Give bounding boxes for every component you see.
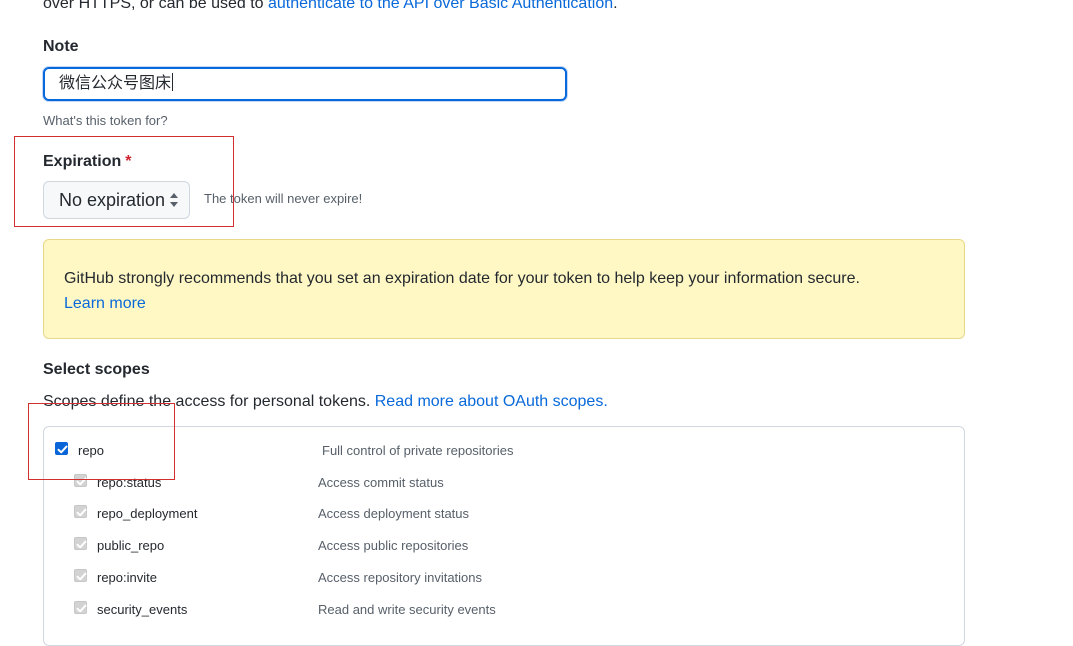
scope-description: Access deployment status: [318, 506, 470, 521]
scope-name: security_events: [97, 602, 188, 617]
check-icon: [76, 508, 87, 517]
intro-text-start: over HTTPS, or can be used to: [43, 0, 268, 12]
scope-name: repo:status: [97, 475, 162, 490]
expiration-select-value: No expiration: [59, 190, 166, 210]
expiration-warning-flash: GitHub strongly recommends that you set …: [43, 239, 965, 339]
check-icon: [76, 572, 87, 581]
scope-name: repo:invite: [97, 570, 157, 585]
repo-checkbox[interactable]: [55, 442, 68, 455]
learn-more-link[interactable]: Learn more: [64, 295, 146, 312]
required-mark: *: [125, 153, 132, 170]
check-icon: [76, 477, 87, 486]
scope-row-security-events: security_events Read and write security …: [73, 601, 553, 621]
oauth-scopes-link[interactable]: Read more about OAuth scopes.: [375, 393, 608, 410]
flash-text: GitHub strongly recommends that you set …: [64, 270, 860, 287]
basic-auth-link[interactable]: authenticate to the API over Basic Authe…: [268, 0, 613, 12]
note-input-value: 微信公众号图床: [59, 75, 172, 92]
scopes-description: Scopes define the access for personal to…: [43, 392, 608, 412]
check-icon: [76, 604, 87, 613]
scopes-label: Select scopes: [43, 361, 150, 378]
expiration-label-text: Expiration: [43, 153, 122, 170]
scope-description: Access public repositories: [318, 538, 469, 553]
expiration-select[interactable]: No expiration: [43, 181, 190, 219]
scope-description: Access repository invitations: [318, 570, 483, 585]
scope-name: public_repo: [97, 538, 165, 553]
expiration-label: Expiration *: [43, 153, 131, 171]
repo-deployment-checkbox[interactable]: [74, 505, 87, 518]
repo-invite-checkbox[interactable]: [74, 569, 87, 582]
intro-text: over HTTPS, or can be used to authentica…: [43, 0, 618, 14]
intro-text-end: .: [613, 0, 618, 12]
check-icon: [76, 540, 87, 549]
scope-row-repo: repo Full control of private repositorie…: [54, 441, 554, 461]
text-caret: [172, 73, 174, 91]
public-repo-checkbox[interactable]: [74, 537, 87, 550]
repo-status-checkbox[interactable]: [74, 474, 87, 487]
note-label: Note: [43, 38, 79, 55]
scope-name: repo: [78, 443, 105, 458]
check-icon: [57, 445, 68, 454]
select-arrows-icon: [170, 193, 178, 207]
scope-name: repo_deployment: [97, 506, 198, 521]
scope-row-public-repo: public_repo Access public repositories: [73, 537, 553, 557]
note-hint: What's this token for?: [43, 113, 168, 128]
expiration-note: The token will never expire!: [204, 191, 363, 206]
scope-row-repo-status: repo:status Access commit status: [73, 474, 553, 494]
scope-description: Read and write security events: [318, 602, 496, 617]
scopes-description-text: Scopes define the access for personal to…: [43, 393, 375, 410]
scope-row-repo-deployment: repo_deployment Access deployment status: [73, 505, 553, 525]
note-input[interactable]: 微信公众号图床: [43, 67, 567, 101]
scope-description: Full control of private repositories: [322, 443, 514, 458]
security-events-checkbox[interactable]: [74, 601, 87, 614]
scope-row-repo-invite: repo:invite Access repository invitation…: [73, 569, 553, 589]
scope-description: Access commit status: [318, 475, 444, 490]
